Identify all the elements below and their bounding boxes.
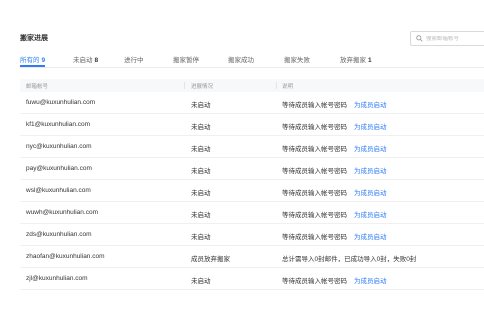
status-cell: 未启动 [191,212,211,219]
description-cell: 等待成员输入帐号密码 为成员启动 [282,209,387,219]
email-cell: wuwh@kuxunhulian.com [26,209,98,216]
table-row: nyc@kuxunhulian.com 未启动 等待成员输入帐号密码 为成员启动 [20,136,484,158]
status-cell: 未启动 [191,124,211,131]
description-cell: 等待成员输入帐号密码 为成员启动 [282,275,387,285]
description-cell: 等待成员输入帐号密码 为成员启动 [282,231,387,241]
start-for-member-link[interactable]: 为成员启动 [354,190,387,197]
table-row: pay@kuxunhulian.com 未启动 等待成员输入帐号密码 为成员启动 [20,158,484,180]
description-text: 等待成员输入帐号密码 [282,168,347,175]
tab-failed[interactable]: 搬家失败 [284,54,310,64]
tab-count: 9 [41,57,46,64]
description-cell: 等待成员输入帐号密码 为成员启动 [282,99,387,109]
tab-count: 1 [368,57,372,64]
status-cell: 未启动 [191,190,211,197]
table-row: kf1@kuxunhulian.com 未启动 等待成员输入帐号密码 为成员启动 [20,114,484,136]
table-row: zds@kuxunhulian.com 未启动 等待成员输入帐号密码 为成员启动 [20,224,484,246]
status-cell: 未启动 [191,168,211,175]
description-text: 等待成员输入帐号密码 [282,124,347,131]
email-cell: kf1@kuxunhulian.com [26,121,91,128]
search-icon [416,35,423,42]
tab-label: 搬家成功 [228,57,254,64]
tab-not-started[interactable]: 未启动 8 [73,54,98,64]
tab-in-progress[interactable]: 进行中 [124,54,144,64]
start-for-member-link[interactable]: 为成员启动 [354,146,387,153]
status-cell: 未启动 [191,102,211,109]
migration-progress-page: 搬家进展 所有的9 未启动8 进行中 搬家暂停 搬家成功 搬家失败 放弃搬家1 … [0,0,484,312]
tab-all[interactable]: 所有的 9 [20,54,46,67]
column-header-status: 进展情况 [191,84,214,90]
table-body: fuwu@kuxunhulian.com 未启动 等待成员输入帐号密码 为成员启动… [20,92,484,290]
table-header: 邮箱帐号 进展情况 说明 [20,79,484,92]
table-row: wuwh@kuxunhulian.com 未启动 等待成员输入帐号密码 为成员启动 [20,202,484,224]
start-for-member-link[interactable]: 为成员启动 [354,212,387,219]
description-cell: 等待成员输入帐号密码 为成员启动 [282,187,387,197]
tab-label: 放弃搬家 [340,57,366,64]
tab-label: 未启动 [73,57,93,64]
start-for-member-link[interactable]: 为成员启动 [354,234,387,241]
tab-label: 搬家暂停 [173,57,199,64]
status-tabs: 所有的 9 未启动 8 进行中 搬家暂停 搬家成功 搬家失败 放弃搬家 1 [20,53,484,68]
page-title: 搬家进展 [20,35,48,42]
status-cell: 成员放弃搬家 [191,256,230,263]
status-cell: 未启动 [191,278,211,285]
table-row: wsl@kuxunhulian.com 未启动 等待成员输入帐号密码 为成员启动 [20,180,484,202]
table-row: fuwu@kuxunhulian.com 未启动 等待成员输入帐号密码 为成员启动 [20,92,484,114]
tab-label: 搬家失败 [284,57,310,64]
description-cell: 等待成员输入帐号密码 为成员启动 [282,121,387,131]
tab-label: 所有的 [20,57,40,64]
column-header-email: 邮箱帐号 [26,84,49,90]
description-cell: 等待成员输入帐号密码 为成员启动 [282,143,387,153]
email-cell: fuwu@kuxunhulian.com [26,99,96,106]
tab-succeeded[interactable]: 搬家成功 [228,54,254,64]
email-cell: zjl@kuxunhulian.com [26,275,88,282]
description-text: 等待成员输入帐号密码 [282,278,347,285]
table-row: zhaofan@kuxunhulian.com 成员放弃搬家 总计需导入0封邮件… [20,246,484,268]
status-cell: 未启动 [191,234,211,241]
start-for-member-link[interactable]: 为成员启动 [354,124,387,131]
email-cell: zds@kuxunhulian.com [26,231,92,238]
email-cell: pay@kuxunhulian.com [26,165,92,172]
tab-label: 进行中 [124,57,144,64]
search-box[interactable] [410,31,484,46]
email-cell: zhaofan@kuxunhulian.com [26,253,105,260]
email-cell: wsl@kuxunhulian.com [26,187,91,194]
start-for-member-link[interactable]: 为成员启动 [354,168,387,175]
status-cell: 未启动 [191,146,211,153]
tab-abandoned[interactable]: 放弃搬家 1 [340,54,372,64]
description-text: 等待成员输入帐号密码 [282,146,347,153]
start-for-member-link[interactable]: 为成员启动 [354,102,387,109]
start-for-member-link[interactable]: 为成员启动 [354,278,387,285]
column-header-description: 说明 [282,84,294,90]
description-cell: 总计需导入0封邮件，已成功导入0封，失败0封 [282,253,416,263]
description-cell: 等待成员输入帐号密码 为成员启动 [282,165,387,175]
description-text: 总计需导入0封邮件，已成功导入0封，失败0封 [282,256,417,263]
column-divider [184,82,185,89]
description-text: 等待成员输入帐号密码 [282,190,347,197]
tab-count: 8 [94,57,99,64]
description-text: 等待成员输入帐号密码 [282,234,347,241]
search-input[interactable] [426,35,484,42]
description-text: 等待成员输入帐号密码 [282,102,347,109]
tab-paused[interactable]: 搬家暂停 [173,54,199,64]
description-text: 等待成员输入帐号密码 [282,212,347,219]
column-divider [276,82,277,89]
table-row: zjl@kuxunhulian.com 未启动 等待成员输入帐号密码 为成员启动 [20,268,484,290]
email-cell: nyc@kuxunhulian.com [26,143,92,150]
